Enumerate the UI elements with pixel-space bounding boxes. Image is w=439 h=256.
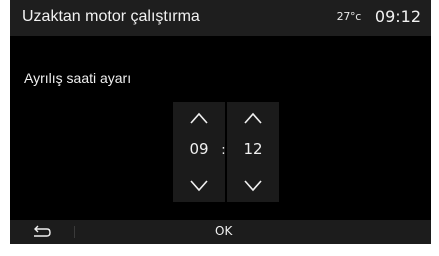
footer-divider (74, 226, 75, 238)
chevron-down-icon (190, 180, 208, 192)
screen: Uzaktan motor çalıştırma 27°c 09:12 Ayrı… (10, 0, 431, 244)
minute-value[interactable]: 12 (227, 140, 279, 158)
time-separator: : (221, 143, 226, 158)
chevron-down-icon (244, 180, 262, 192)
clock: 09:12 (374, 7, 421, 26)
footer-bar: OK (10, 220, 431, 244)
minute-spinner: 12 (227, 102, 279, 202)
departure-time-label: Ayrılış saati ayarı (24, 70, 132, 86)
header-bar: Uzaktan motor çalıştırma 27°c 09:12 (10, 0, 431, 36)
minute-down-button[interactable] (227, 172, 279, 200)
back-button[interactable] (28, 223, 56, 241)
page-title: Uzaktan motor çalıştırma (22, 8, 200, 25)
chevron-up-icon (190, 112, 208, 124)
chevron-up-icon (244, 112, 262, 124)
hour-down-button[interactable] (173, 172, 225, 200)
back-arrow-icon (34, 225, 51, 237)
minute-up-button[interactable] (227, 104, 279, 132)
hour-up-button[interactable] (173, 104, 225, 132)
outside-temperature: 27°c (336, 10, 362, 23)
ok-button[interactable]: OK (215, 224, 232, 238)
hour-value[interactable]: 09 (173, 140, 225, 158)
hour-spinner: 09 (173, 102, 225, 202)
